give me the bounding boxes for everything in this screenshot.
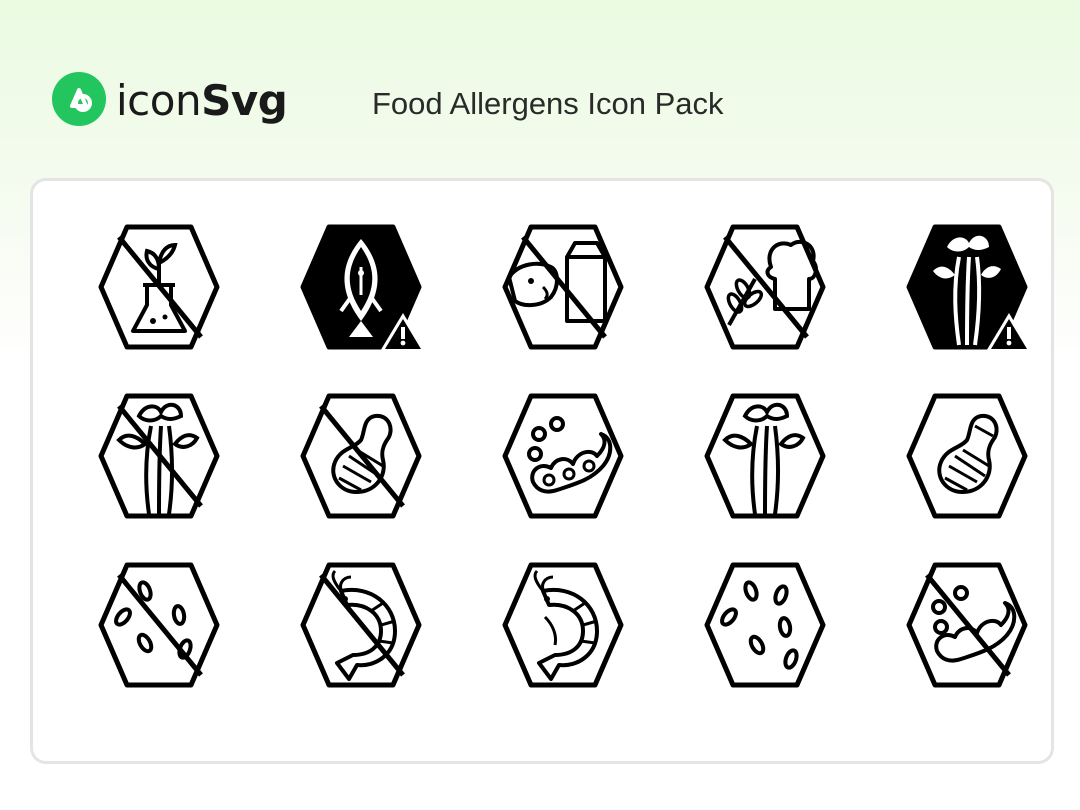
- celery-warning-icon[interactable]: [897, 217, 1037, 357]
- icon-grid-panel: [30, 178, 1054, 764]
- page-title: Food Allergens Icon Pack: [372, 86, 724, 121]
- brand-name-light: icon: [116, 76, 202, 125]
- peanut-icon[interactable]: [897, 386, 1037, 526]
- no-shrimp-icon[interactable]: [291, 555, 431, 695]
- no-soybean-icon[interactable]: [897, 555, 1037, 695]
- header: iconSvg Food Allergens Icon Pack: [0, 0, 1080, 170]
- no-peanut-icon[interactable]: [291, 386, 431, 526]
- no-soy-plant-flask-icon[interactable]: [89, 217, 229, 357]
- sesame-icon[interactable]: [695, 555, 835, 695]
- no-dairy-cow-milk-icon[interactable]: [493, 217, 633, 357]
- brand-name-bold: Svg: [201, 76, 288, 125]
- no-celery-icon[interactable]: [89, 386, 229, 526]
- no-gluten-wheat-bread-icon[interactable]: [695, 217, 835, 357]
- no-sesame-icon[interactable]: [89, 555, 229, 695]
- iconsvg-logo-icon: [52, 72, 106, 126]
- fish-warning-icon[interactable]: [291, 217, 431, 357]
- brand-wordmark: iconSvg: [116, 74, 288, 128]
- shrimp-icon[interactable]: [493, 555, 633, 695]
- soybean-icon[interactable]: [493, 386, 633, 526]
- celery-icon[interactable]: [695, 386, 835, 526]
